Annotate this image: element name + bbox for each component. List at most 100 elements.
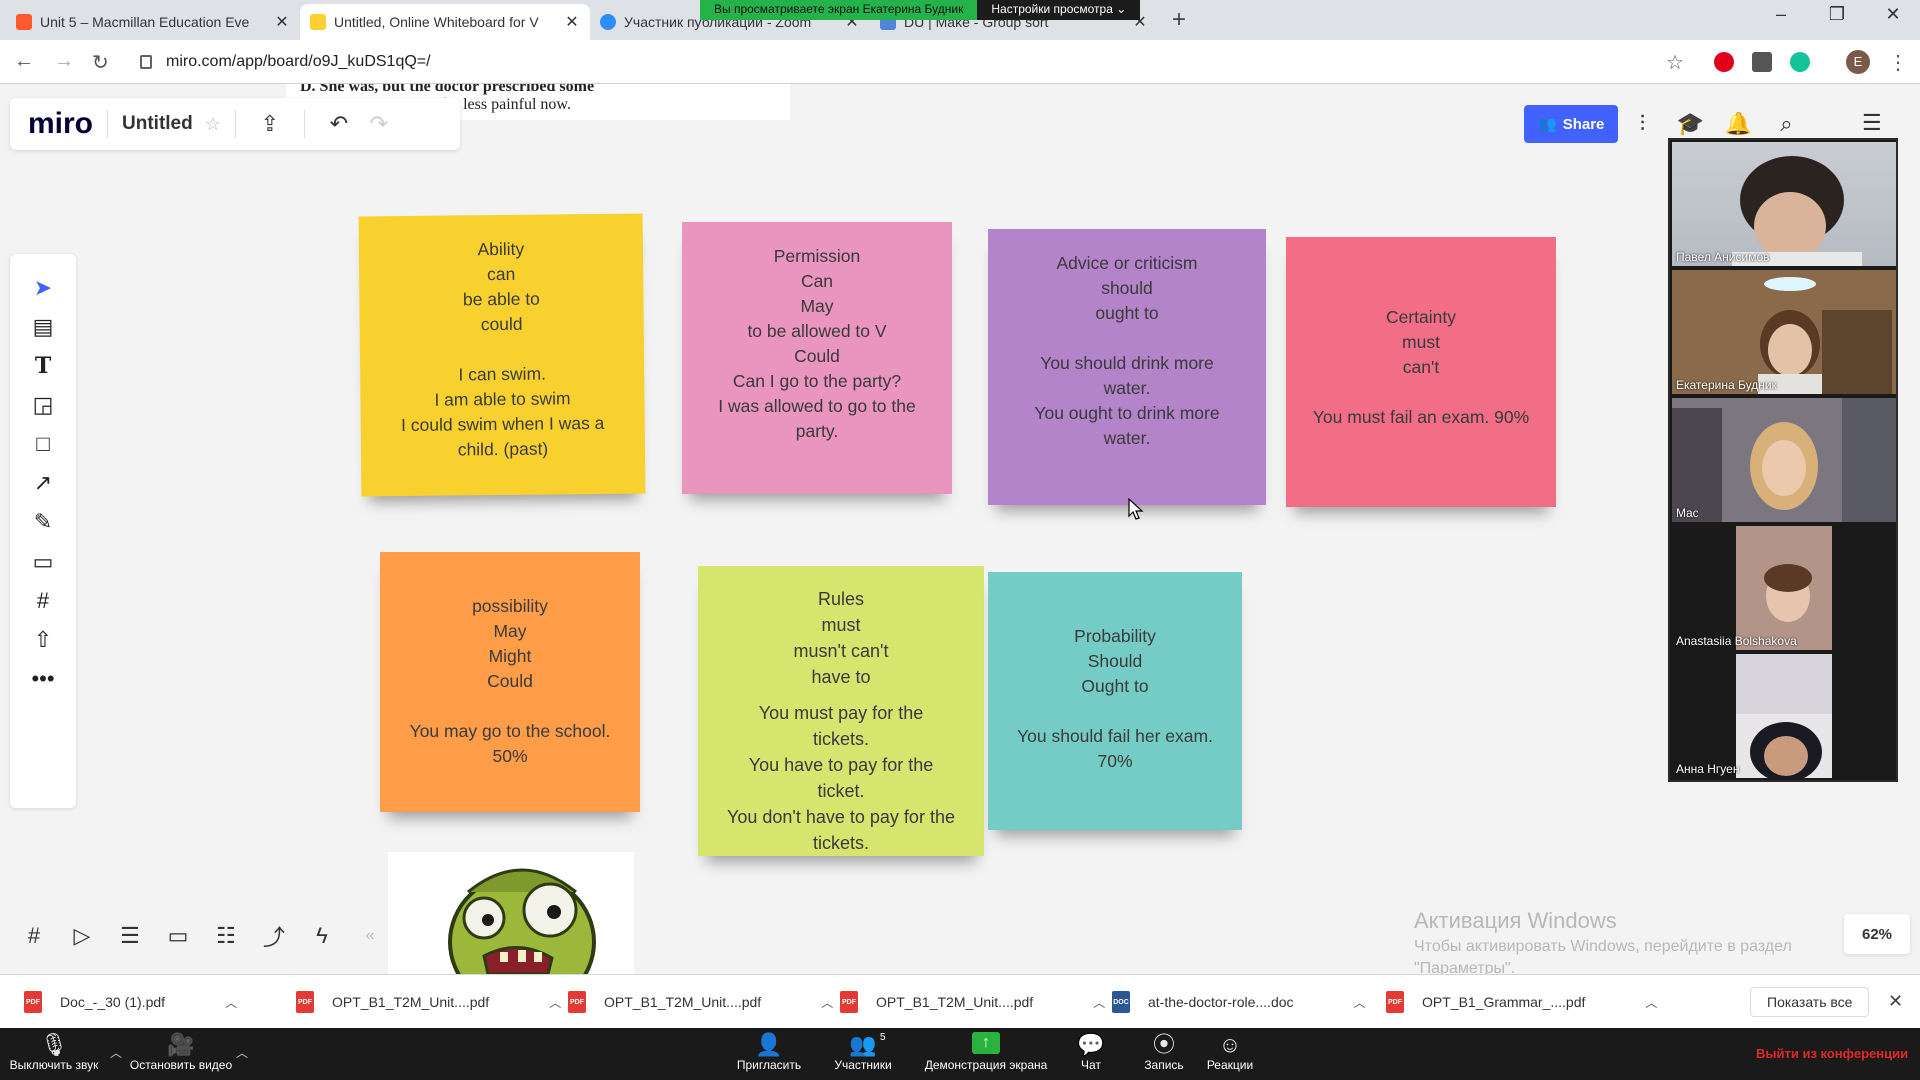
lightning-icon[interactable]: ϟ xyxy=(298,923,346,949)
chevron-up-icon[interactable]: ︿ xyxy=(821,994,833,1011)
close-tab-icon[interactable]: ✕ xyxy=(274,12,290,32)
grammarly-extension-icon[interactable] xyxy=(1790,52,1810,72)
chevron-up-icon[interactable]: ︿ xyxy=(1093,994,1105,1011)
record-button[interactable]: ⦿ Запись xyxy=(1138,1032,1190,1072)
more-tools-icon[interactable]: ••• xyxy=(10,661,76,697)
reactions-label: Реакции xyxy=(1206,1058,1254,1072)
learning-cap-icon[interactable]: 🎓 xyxy=(1666,111,1714,137)
download-item[interactable]: PDF OPT_B1_T2M_Unit....pdf ︿ xyxy=(296,987,561,1017)
notifications-bell-icon[interactable]: 🔔 xyxy=(1714,111,1762,137)
board-menu-icon[interactable]: ☰ xyxy=(1862,110,1882,136)
comment-tool-icon[interactable]: ▭ xyxy=(10,544,76,580)
video-tile[interactable]: Павел Анисимов xyxy=(1672,142,1896,266)
cards-icon[interactable]: ▭ xyxy=(154,923,202,949)
maximize-icon[interactable]: ❐ xyxy=(1814,4,1860,25)
frames-icon[interactable]: # xyxy=(10,923,58,949)
kanban-icon[interactable]: ☷ xyxy=(202,923,250,949)
show-all-downloads-button[interactable]: Показать все xyxy=(1750,987,1870,1017)
close-tab-icon[interactable]: ✕ xyxy=(564,12,580,32)
video-tile[interactable]: Anastasiia Bolshakova xyxy=(1672,526,1896,650)
url-input[interactable]: miro.com/app/board/o9J_kuDS1qQ=/ xyxy=(140,48,1680,76)
share-screen-icon[interactable]: ⤴ xyxy=(250,920,298,952)
back-icon[interactable]: ← xyxy=(14,50,34,73)
download-item[interactable]: PDF OPT_B1_Grammar_....pdf ︿ xyxy=(1386,987,1657,1017)
bottom-toolbar: # ▷ ☰ ▭ ☷ ⤴ ϟ « xyxy=(10,910,410,962)
reactions-button[interactable]: ☺ Реакции xyxy=(1202,1032,1258,1072)
extension-icon[interactable] xyxy=(1752,52,1772,72)
shape-tool-icon[interactable]: □ xyxy=(10,426,76,462)
star-icon[interactable]: ☆ xyxy=(205,114,221,135)
share-button[interactable]: 👥 Share xyxy=(1524,105,1619,143)
sticky-note-ability[interactable]: Ability can be able to could I can swim. I am… xyxy=(358,213,646,497)
sticky-note-probability[interactable]: Probability Should Ought to You should fail… xyxy=(988,572,1242,830)
templates-tool-icon[interactable]: ▤ xyxy=(10,309,76,345)
settings-sliders-icon[interactable]: ⫶ xyxy=(1618,111,1666,137)
sticky-note-permission[interactable]: Permission Can May to be allowed to V Could C… xyxy=(682,222,952,494)
comments-icon[interactable]: ☰ xyxy=(106,923,154,949)
chevron-up-icon[interactable]: ︿ xyxy=(225,994,237,1011)
tab-title: Untitled, Online Whiteboard for V xyxy=(334,14,539,30)
audio-options-chevron-icon[interactable]: ︿ xyxy=(110,1044,122,1061)
chevron-up-icon[interactable]: ︿ xyxy=(549,994,561,1011)
sticky-note-line: should xyxy=(1101,278,1153,298)
profile-avatar[interactable]: E xyxy=(1846,50,1870,74)
video-tile[interactable]: Mac xyxy=(1672,398,1896,522)
leave-meeting-button[interactable]: Выйти из конференции xyxy=(1756,1046,1908,1061)
participants-button[interactable]: 👥 Участники xyxy=(826,1032,900,1072)
upload-tool-icon[interactable]: ⇧ xyxy=(10,622,76,658)
stop-video-button[interactable]: 🎥 Остановить видео xyxy=(128,1032,234,1072)
sticky-note-line: You don't have to pay for the tickets. xyxy=(727,807,955,853)
chat-label: Чат xyxy=(1081,1058,1101,1072)
video-tile[interactable]: Анна Нгуен xyxy=(1672,654,1896,778)
sticky-note-advice[interactable]: Advice or criticism should ought to You sho… xyxy=(988,229,1266,505)
bookmark-star-icon[interactable]: ☆ xyxy=(1666,50,1684,75)
minimize-icon[interactable]: – xyxy=(1758,4,1804,25)
chat-button[interactable]: 💬 Чат xyxy=(1070,1032,1112,1072)
download-item[interactable]: PDF Doc_-_30 (1).pdf ︿ xyxy=(24,987,237,1017)
sticky-note-tool-icon[interactable]: ◲ xyxy=(10,387,76,423)
pen-tool-icon[interactable]: ✎ xyxy=(10,504,76,540)
close-downloads-icon[interactable]: ✕ xyxy=(1888,991,1903,1012)
zoom-level[interactable]: 62% xyxy=(1844,914,1910,954)
browser-menu-icon[interactable]: ⋮ xyxy=(1888,50,1908,75)
frame-tool-icon[interactable]: # xyxy=(10,583,76,619)
zombie-image[interactable] xyxy=(388,852,634,974)
video-options-chevron-icon[interactable]: ︿ xyxy=(236,1044,248,1061)
sticky-note-line: I was allowed to go to the xyxy=(718,396,916,416)
browser-tab-active[interactable]: Untitled, Online Whiteboard for V ✕ xyxy=(300,4,590,40)
sticky-note-line: Probability xyxy=(1074,626,1156,646)
sticky-note-rules[interactable]: Rules must musn't can't have to You must pay… xyxy=(698,566,984,856)
opera-extension-icon[interactable] xyxy=(1714,52,1734,72)
sticky-note-certainty[interactable]: Certainty must can't You must fail an exam.… xyxy=(1286,237,1556,507)
sticky-note-line: could xyxy=(480,313,523,335)
download-item[interactable]: PDF OPT_B1_T2M_Unit....pdf ︿ xyxy=(568,987,833,1017)
board-title[interactable]: Untitled xyxy=(122,113,193,135)
new-tab-icon[interactable]: + xyxy=(1172,6,1186,34)
miro-logo[interactable]: miro xyxy=(28,107,93,141)
collapse-chevron-icon[interactable]: « xyxy=(346,927,394,945)
search-icon[interactable]: ⌕ xyxy=(1762,111,1810,137)
presentation-icon[interactable]: ▷ xyxy=(58,923,106,949)
video-tile[interactable]: Екатерина Будник xyxy=(1672,270,1896,394)
pdf-file-icon: PDF xyxy=(296,991,314,1013)
redo-icon[interactable]: ↷ xyxy=(359,111,399,137)
view-options-button[interactable]: Настройки просмотра ⌄ xyxy=(977,0,1141,20)
reload-icon[interactable]: ↻ xyxy=(92,50,109,75)
download-item[interactable]: DOC at-the-doctor-role....doc ︿ xyxy=(1112,987,1366,1017)
invite-button[interactable]: 👤 Пригласить xyxy=(732,1032,806,1072)
export-icon[interactable]: ⇪ xyxy=(250,111,290,137)
select-tool-icon[interactable]: ➤ xyxy=(10,270,76,306)
browser-tab[interactable]: Unit 5 – Macmillan Education Eve ✕ xyxy=(6,4,300,40)
chevron-up-icon[interactable]: ︿ xyxy=(1645,994,1657,1011)
chevron-up-icon[interactable]: ︿ xyxy=(1354,994,1366,1011)
sticky-note-possibility[interactable]: possibility May Might Could You may go to th… xyxy=(380,552,640,812)
connection-line-tool-icon[interactable]: ↗ xyxy=(10,465,76,501)
window-close-icon[interactable]: ✕ xyxy=(1870,4,1916,25)
text-tool-icon[interactable]: T xyxy=(10,348,76,384)
mute-button[interactable]: 🎙 Выключить звук xyxy=(6,1032,102,1072)
pdf-file-icon: PDF xyxy=(24,991,42,1013)
download-item[interactable]: PDF OPT_B1_T2M_Unit....pdf ︿ xyxy=(840,987,1105,1017)
share-screen-button[interactable]: ↑ Демонстрация экрана xyxy=(920,1032,1052,1072)
undo-icon[interactable]: ↶ xyxy=(319,111,359,137)
forward-icon[interactable]: → xyxy=(54,50,74,73)
